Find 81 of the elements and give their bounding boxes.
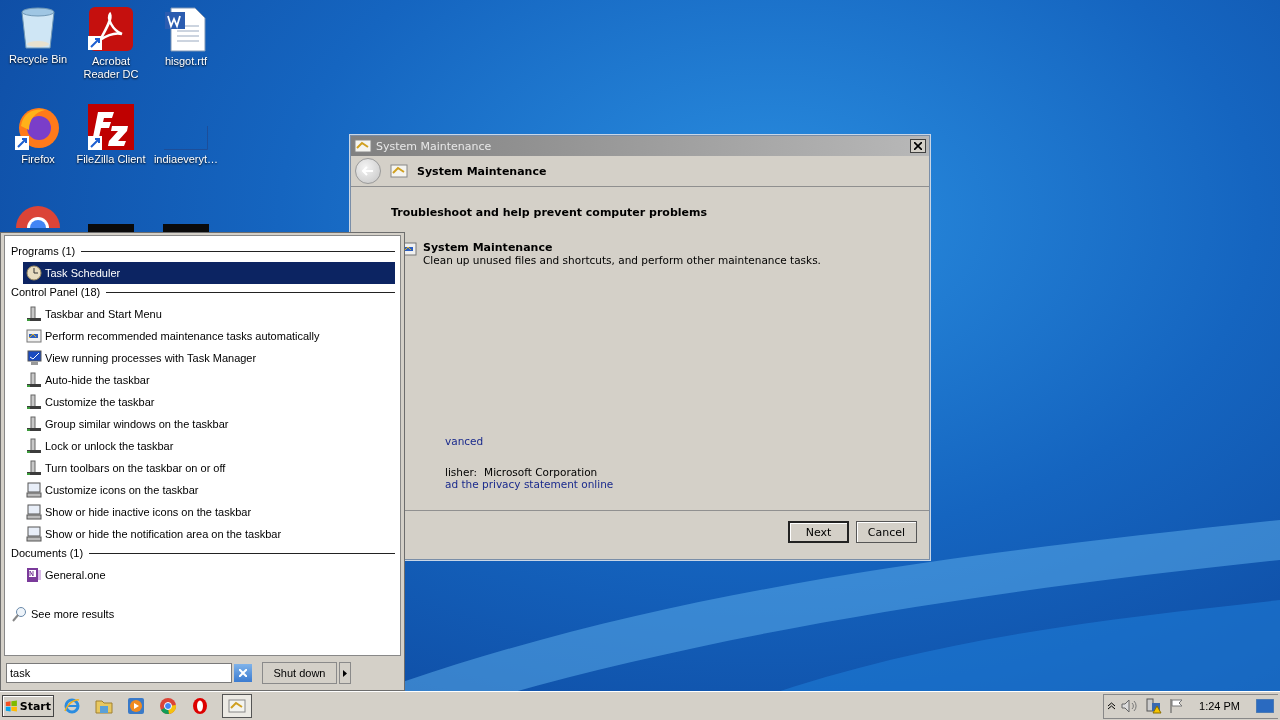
dark-file-icon (88, 224, 134, 232)
wizard-title: System Maintenance (417, 164, 547, 178)
back-button[interactable] (355, 158, 381, 184)
computer-icon (26, 504, 42, 520)
pdf-app-icon (88, 6, 134, 52)
publisher-label: lisher: (445, 466, 478, 478)
maintenance-icon (390, 164, 408, 178)
window-title: System Maintenance (376, 139, 493, 153)
browser-icon (191, 697, 209, 715)
back-arrow-icon (362, 166, 374, 176)
search-result[interactable]: Show or hide inactive icons on the taskbar (23, 501, 395, 523)
search-field[interactable]: task (6, 663, 232, 683)
dark-file-icon (163, 224, 209, 232)
search-icon (11, 606, 27, 622)
task-title: System Maintenance (423, 241, 554, 254)
search-result[interactable]: Lock or unlock the taskbar (23, 435, 395, 457)
search-result[interactable]: Taskbar and Start Menu (23, 303, 395, 325)
desktop-icon-label[interactable]: Recycle Bin (8, 53, 68, 66)
search-result[interactable]: General.one (23, 564, 395, 586)
maintenance-icon (354, 139, 372, 153)
windows-logo-icon (5, 699, 18, 713)
see-more-link[interactable]: See more results (31, 608, 115, 620)
folder-icon (95, 697, 113, 715)
computer-icon (26, 526, 42, 542)
recycle-bin-icon (18, 6, 58, 50)
dialog-button[interactable]: Cancel (856, 521, 917, 543)
ftp-app-icon (88, 104, 134, 150)
close-icon (914, 142, 922, 150)
browser-icon (159, 697, 177, 715)
search-result[interactable]: View running processes with Task Manager (23, 347, 395, 369)
desktop-icon-label[interactable]: indiaeveryt… (153, 153, 219, 166)
taskbar-icon (26, 438, 42, 454)
clock[interactable]: 1:24 PM (1199, 700, 1240, 712)
monitor-icon (26, 350, 42, 366)
publisher-name: Microsoft Corporation (484, 466, 598, 478)
speaker-icon[interactable] (1121, 699, 1140, 713)
search-result[interactable]: Auto-hide the taskbar (23, 369, 395, 391)
document-icon (163, 6, 209, 52)
chevron-up-icon[interactable] (1108, 702, 1116, 710)
dialog-button[interactable]: Next (788, 521, 849, 543)
task-description: Clean up unused files and shortcuts, and perform other maintenance tasks. (423, 254, 821, 266)
browser-icon (63, 697, 81, 715)
clock-icon (26, 265, 42, 281)
network-warning-icon[interactable] (1145, 698, 1164, 714)
group-heading: Control Panel (18) (11, 286, 101, 298)
clear-search-button[interactable] (234, 664, 252, 682)
privacy-link[interactable]: ad the privacy statement online (445, 478, 889, 490)
search-result[interactable]: Task Scheduler (23, 262, 395, 284)
desktop-icon-label[interactable]: Acrobat Reader DC (73, 55, 149, 81)
taskbar-icon (26, 460, 42, 476)
close-button[interactable] (910, 139, 926, 153)
search-result[interactable]: Show or hide the notification area on the taskbar (23, 523, 395, 545)
advanced-link[interactable]: vanced (445, 435, 889, 447)
media-player-icon (127, 697, 145, 715)
group-heading: Programs (1) (11, 245, 76, 257)
blank-file-icon (164, 126, 208, 150)
taskbar-icon (26, 416, 42, 432)
close-icon (239, 669, 247, 677)
notebook-icon (26, 567, 42, 583)
maintenance-icon (228, 699, 246, 713)
computer-icon (26, 482, 42, 498)
search-result[interactable]: Customize the taskbar (23, 391, 395, 413)
start-button[interactable]: Start (2, 695, 54, 717)
search-result[interactable]: Customize icons on the taskbar (23, 479, 395, 501)
taskbar-icon (26, 306, 42, 322)
search-result[interactable]: Group similar windows on the taskbar (23, 413, 395, 435)
search-result[interactable]: Perform recommended maintenance tasks automatically (23, 325, 395, 347)
desktop-icon-label[interactable]: FileZilla Client (76, 153, 146, 166)
shut-down-button[interactable]: Shut down (262, 662, 337, 684)
taskbar-icon (26, 394, 42, 410)
desktop-icon-label[interactable]: Firefox (21, 153, 55, 166)
browser-icon (15, 204, 61, 228)
shut-down-options-button[interactable] (339, 662, 351, 684)
taskbar-icon (26, 372, 42, 388)
desktop-icon-label[interactable]: hisgot.rtf (164, 55, 208, 68)
taskbar-window-button[interactable] (222, 694, 252, 718)
caret-icon (343, 669, 347, 677)
group-heading: Documents (1) (11, 547, 84, 559)
page-heading: Troubleshoot and help prevent computer problems (391, 206, 708, 219)
search-result[interactable]: Turn toolbars on the taskbar on or off (23, 457, 395, 479)
maintenance-icon (26, 328, 42, 344)
